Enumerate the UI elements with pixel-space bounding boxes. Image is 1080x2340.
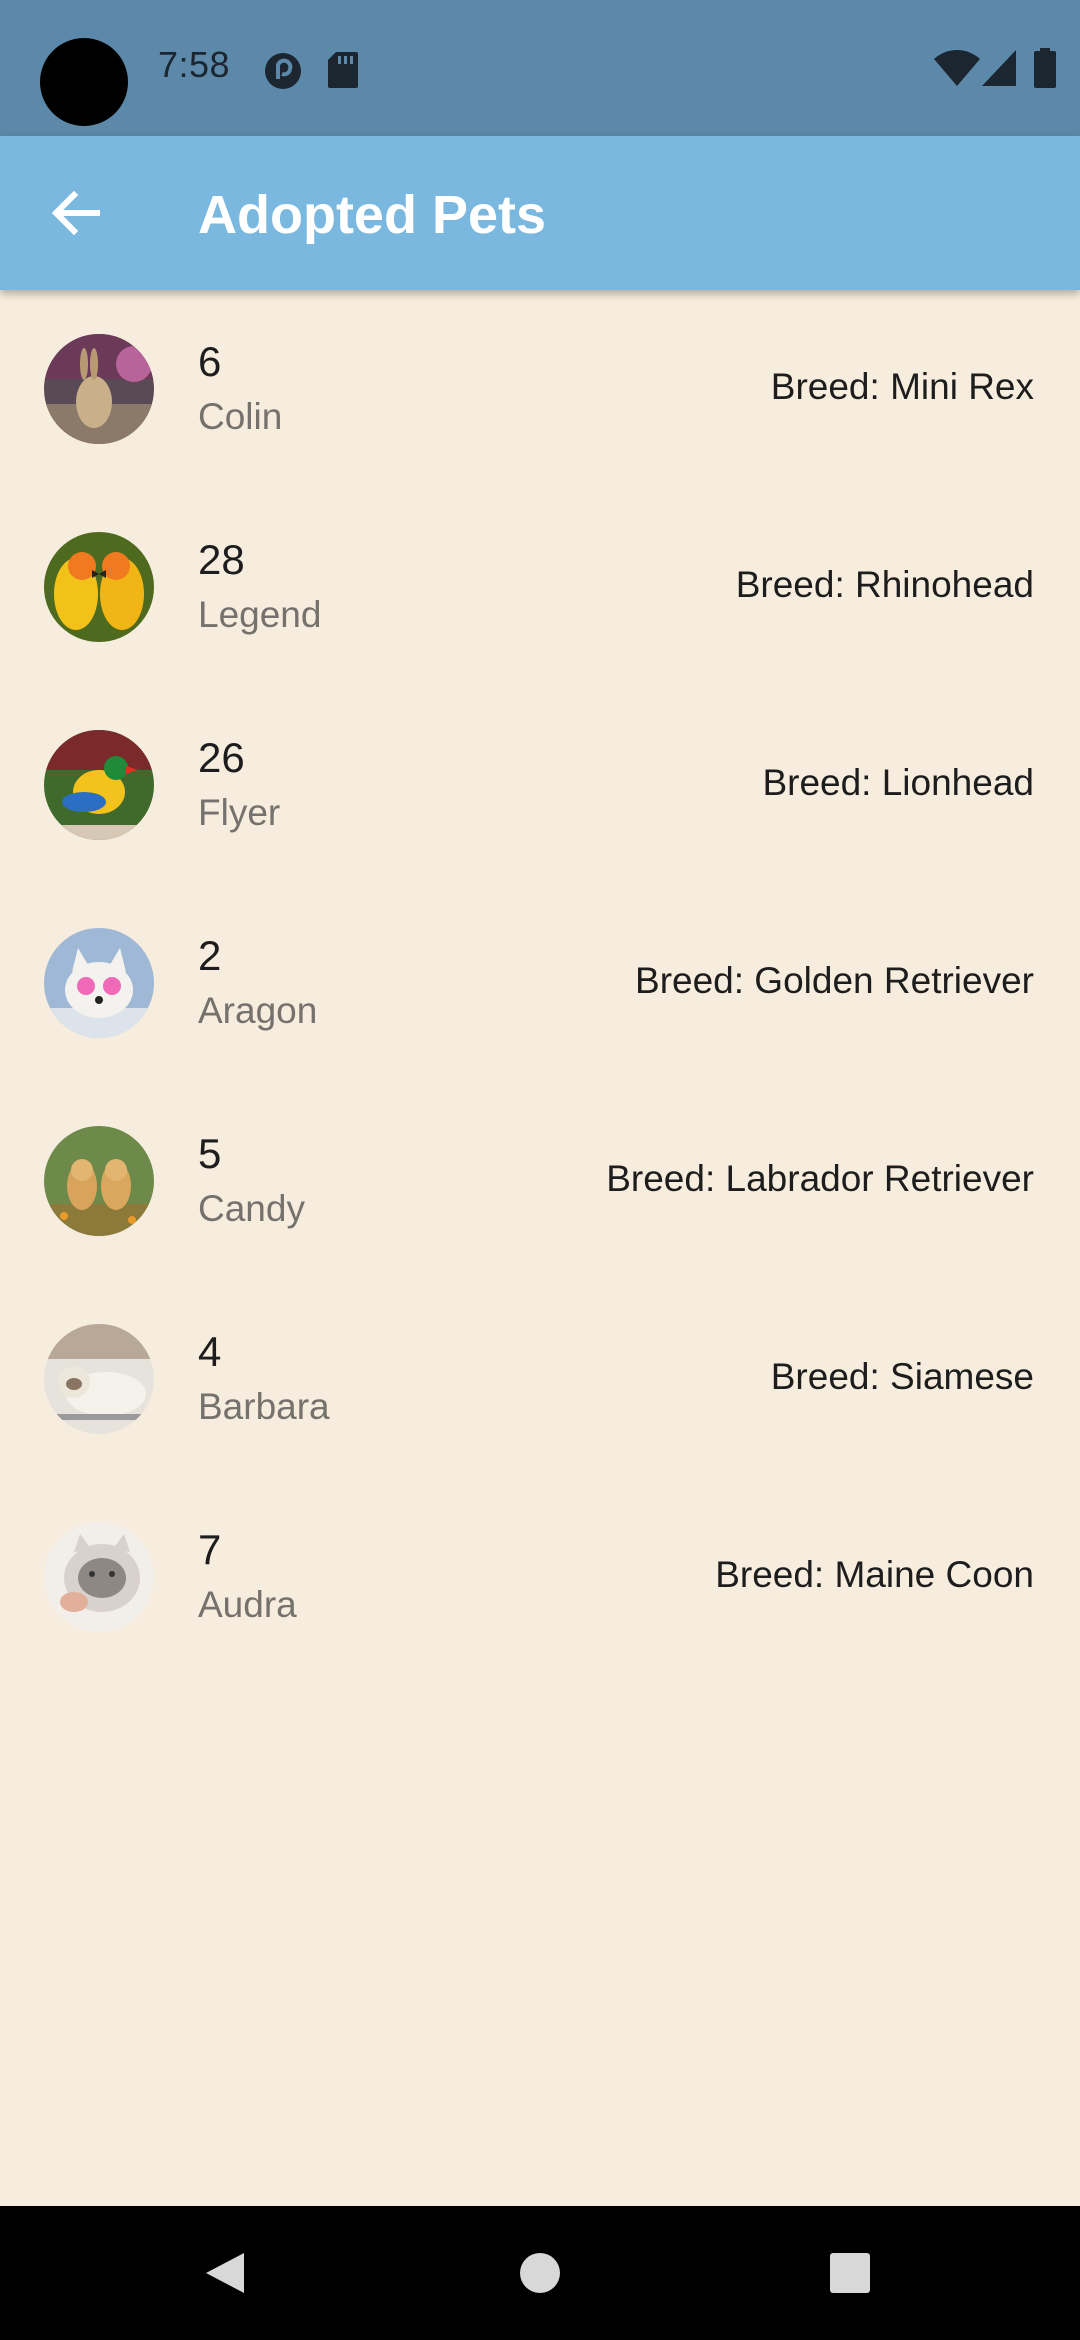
pet-avatar: [44, 334, 154, 444]
pet-name: Audra: [198, 1584, 297, 1625]
pet-name: Legend: [198, 594, 322, 635]
pet-avatar: [44, 928, 154, 1038]
camera-cutout: [40, 38, 128, 126]
arrow-back-icon: [52, 191, 100, 235]
pet-list-item[interactable]: 5 Candy Breed: Labrador Retriever: [0, 1082, 1080, 1280]
pet-id: 28: [198, 536, 245, 583]
pet-id: 7: [198, 1526, 222, 1573]
pet-breed: Breed: Golden Retriever: [635, 960, 1034, 1001]
pet-name: Aragon: [198, 990, 318, 1031]
pet-name: Barbara: [198, 1386, 330, 1427]
pet-name: Candy: [198, 1188, 305, 1229]
pet-list-item[interactable]: 26 Flyer Breed: Lionhead: [0, 686, 1080, 884]
pet-list-item[interactable]: 6 Colin Breed: Mini Rex: [0, 290, 1080, 488]
pet-avatar: [44, 532, 154, 642]
nav-back-button[interactable]: [180, 2206, 268, 2340]
back-button[interactable]: [30, 167, 122, 259]
wifi-icon: [934, 50, 980, 91]
cell-signal-icon: [982, 50, 1016, 91]
battery-icon: [1034, 48, 1056, 93]
pet-list: 6 Colin Breed: Mini Rex 28 Legend Breed:…: [0, 290, 1080, 1676]
sd-card-icon: [328, 52, 358, 93]
pet-breed: Breed: Maine Coon: [715, 1554, 1034, 1595]
pet-id: 2: [198, 932, 222, 979]
pet-avatar: [44, 730, 154, 840]
pet-list-item[interactable]: 4 Barbara Breed: Siamese: [0, 1280, 1080, 1478]
pet-list-item[interactable]: 7 Audra Breed: Maine Coon: [0, 1478, 1080, 1676]
pet-avatar: [44, 1522, 154, 1632]
pet-id: 4: [198, 1328, 222, 1375]
status-time: 7:58: [158, 44, 231, 85]
pet-breed: Breed: Rhinohead: [735, 564, 1034, 605]
back-triangle-icon: [206, 2253, 244, 2293]
pet-list-item[interactable]: 2 Aragon Breed: Golden Retriever: [0, 884, 1080, 1082]
pet-name: Flyer: [198, 792, 281, 833]
pet-name: Colin: [198, 396, 283, 437]
pet-breed: Breed: Siamese: [770, 1356, 1034, 1397]
home-circle-icon: [520, 2253, 560, 2293]
pet-list-item[interactable]: 28 Legend Breed: Rhinohead: [0, 488, 1080, 686]
pet-breed: Breed: Lionhead: [762, 762, 1034, 803]
navigation-bar: [0, 2206, 1080, 2340]
app-bar: Adopted Pets: [0, 136, 1080, 290]
pet-id: 26: [198, 734, 245, 781]
pet-id: 5: [198, 1130, 222, 1177]
nav-home-button[interactable]: [496, 2206, 584, 2340]
pet-breed: Breed: Labrador Retriever: [606, 1158, 1034, 1199]
page-title: Adopted Pets: [198, 185, 547, 245]
recents-square-icon: [830, 2253, 870, 2293]
pocket-casts-icon: [264, 52, 302, 95]
pet-breed: Breed: Mini Rex: [770, 366, 1034, 407]
pet-avatar: [44, 1324, 154, 1434]
pet-id: 6: [198, 338, 222, 385]
pet-avatar: [44, 1126, 154, 1236]
status-bar: 7:58: [0, 0, 1080, 136]
nav-recents-button[interactable]: [806, 2206, 894, 2340]
